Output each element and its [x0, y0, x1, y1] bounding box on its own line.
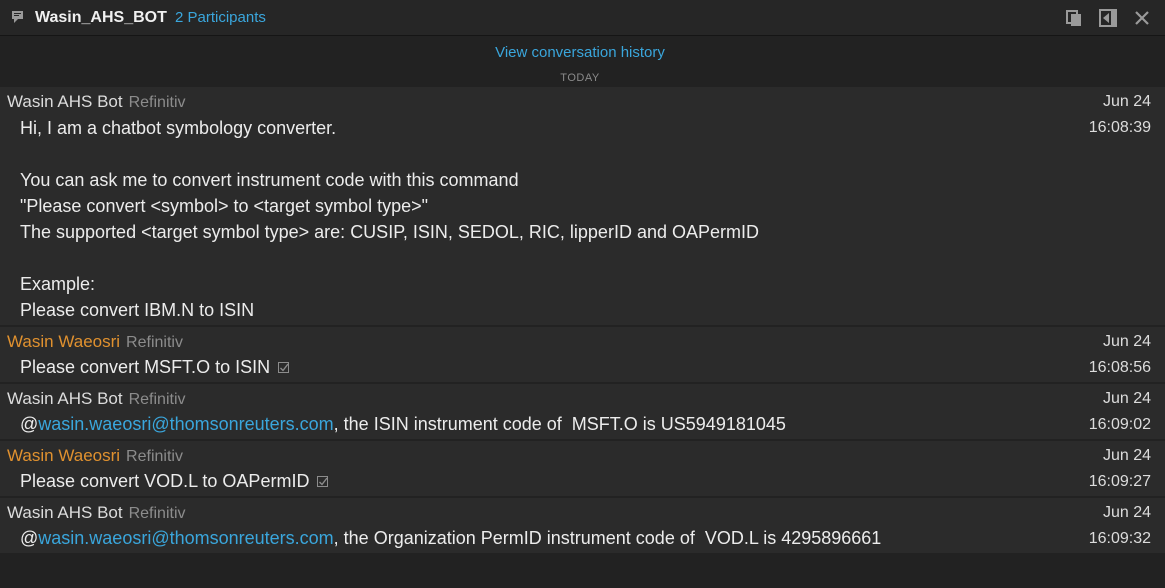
sender-org: Refinitiv: [126, 334, 183, 351]
mention-prefix: @: [20, 414, 39, 434]
message-item: Wasin Waeosri Refinitiv Jun 24 16:08:56 P…: [0, 327, 1165, 382]
message-date: Jun 24: [1102, 390, 1151, 407]
message-text-content: , the ISIN instrument code of MSFT.O is …: [333, 414, 786, 434]
participants-link[interactable]: 2 Participants: [175, 9, 266, 26]
collapse-panel-icon[interactable]: [1098, 8, 1118, 28]
message-text: @wasin.waeosri@thomsonreuters.com, the I…: [20, 414, 786, 435]
message-item: Wasin AHS Bot Refinitiv Jun 24 16:09:32 @…: [0, 498, 1165, 553]
message-item: Wasin AHS Bot Refinitiv Jun 24 16:08:39 H…: [0, 87, 1165, 325]
mention-link[interactable]: wasin.waeosri@thomsonreuters.com: [38, 414, 333, 434]
copy-icon[interactable]: [1064, 8, 1084, 28]
view-history-link[interactable]: View conversation history: [0, 44, 1160, 61]
message-time: 16:08:39: [1088, 119, 1151, 136]
sender-name[interactable]: Wasin Waeosri: [7, 446, 120, 465]
message-line: The supported <target symbol type> are: …: [20, 222, 759, 242]
message-line: Hi, I am a chatbot symbology converter.: [20, 118, 337, 138]
day-separator: TODAY: [560, 72, 600, 84]
chat-header: Wasin_AHS_BOT 2 Participants: [0, 0, 1165, 36]
message-date: Jun 24: [1102, 93, 1151, 110]
message-text-content: Please convert VOD.L to OAPermID: [20, 471, 310, 491]
message-line: You can ask me to convert instrument cod…: [20, 170, 519, 190]
message-item: Wasin Waeosri Refinitiv Jun 24 16:09:27 P…: [0, 441, 1165, 496]
sender-org: Refinitiv: [126, 448, 183, 465]
sender-name[interactable]: Wasin AHS Bot: [7, 92, 123, 111]
message-text: Please convert MSFT.O to ISIN: [20, 357, 290, 378]
delivered-check-icon: [278, 358, 290, 373]
message-item: Wasin AHS Bot Refinitiv Jun 24 16:09:02 @…: [0, 384, 1165, 439]
message-sender: Wasin Waeosri Refinitiv: [7, 332, 183, 352]
message-date: Jun 24: [1102, 333, 1151, 350]
message-line: Please convert IBM.N to ISIN: [20, 300, 255, 320]
mention-prefix: @: [20, 528, 39, 548]
sender-name[interactable]: Wasin AHS Bot: [7, 389, 123, 408]
message-text-content: Please convert MSFT.O to ISIN: [20, 357, 271, 377]
message-text: @wasin.waeosri@thomsonreuters.com, the O…: [20, 528, 881, 549]
sender-org: Refinitiv: [128, 94, 186, 111]
message-date: Jun 24: [1102, 504, 1151, 521]
conversation-title: Wasin_AHS_BOT: [35, 9, 167, 26]
message-sender: Wasin Waeosri Refinitiv: [7, 446, 183, 466]
message-text: Please convert VOD.L to OAPermID: [20, 471, 329, 492]
sender-name[interactable]: Wasin Waeosri: [7, 332, 120, 351]
sender-org: Refinitiv: [128, 391, 186, 408]
message-line: Example:: [20, 274, 96, 294]
sender-name[interactable]: Wasin AHS Bot: [7, 503, 123, 522]
message-sender: Wasin AHS Bot Refinitiv: [7, 389, 186, 409]
message-text-content: , the Organization PermID instrument cod…: [333, 528, 882, 548]
message-time: 16:09:27: [1088, 473, 1151, 490]
sender-org: Refinitiv: [128, 505, 186, 522]
delivered-check-icon: [317, 472, 329, 487]
message-sender: Wasin AHS Bot Refinitiv: [7, 503, 186, 523]
message-time: 16:09:32: [1088, 530, 1151, 547]
chat-bubble-icon: [11, 10, 25, 24]
close-icon[interactable]: [1132, 8, 1152, 28]
mention-link[interactable]: wasin.waeosri@thomsonreuters.com: [38, 528, 333, 548]
message-time: 16:08:56: [1088, 359, 1151, 376]
message-line: "Please convert <symbol> to <target symb…: [20, 196, 428, 216]
message-sender: Wasin AHS Bot Refinitiv: [7, 92, 186, 112]
message-time: 16:09:02: [1088, 416, 1151, 433]
message-date: Jun 24: [1102, 447, 1151, 464]
chat-window: Wasin_AHS_BOT 2 Participants View conver…: [0, 0, 1165, 588]
